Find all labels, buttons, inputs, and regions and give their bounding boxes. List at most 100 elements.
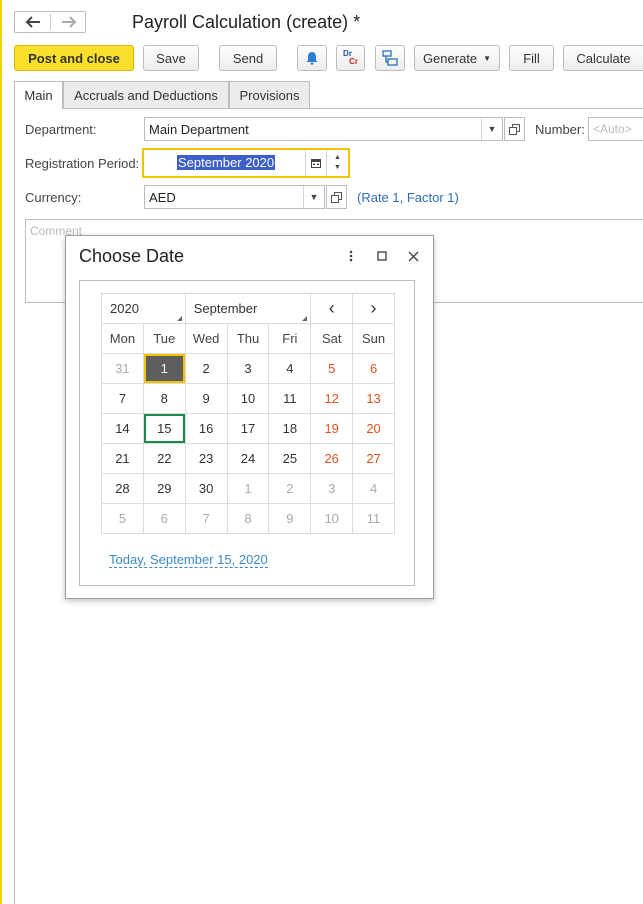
dropdown-arrow-icon: ▼ — [487, 124, 497, 134]
calendar-day[interactable]: 28 — [101, 473, 144, 504]
calendar-day[interactable]: 22 — [142, 443, 186, 474]
currency-label: Currency: — [25, 190, 82, 205]
calendar-day[interactable]: 29 — [142, 473, 186, 504]
month-selector[interactable]: September — [184, 293, 312, 324]
calendar-day[interactable]: 26 — [310, 443, 354, 474]
calendar-day[interactable]: 3 — [226, 353, 270, 384]
calendar-day[interactable]: 21 — [101, 443, 144, 474]
currency-dropdown-button[interactable]: ▼ — [303, 186, 324, 208]
calendar-day[interactable]: 8 — [142, 383, 186, 414]
calendar-day-other-month[interactable]: 3 — [310, 473, 354, 504]
more-options-icon[interactable] — [343, 248, 359, 264]
registration-period-label: Registration Period: — [25, 156, 140, 171]
tab-accruals-and-deductions[interactable]: Accruals and Deductions — [63, 81, 229, 108]
calendar-day-other-month[interactable]: 6 — [142, 503, 186, 534]
number-field[interactable]: <Auto> — [588, 117, 643, 141]
calendar-day-other-month[interactable]: 7 — [184, 503, 228, 534]
calendar-day[interactable]: 14 — [101, 413, 144, 444]
weekday-header: Tue — [142, 323, 186, 354]
department-field[interactable]: Main Department ▼ — [144, 117, 503, 141]
spin-up-icon[interactable]: ▲ — [334, 153, 341, 163]
calendar-day[interactable]: 12 — [310, 383, 354, 414]
calendar-day-today[interactable]: 15 — [142, 413, 186, 444]
generate-button[interactable]: Generate ▼ — [414, 45, 500, 71]
generate-label: Generate — [422, 50, 478, 66]
calendar-day[interactable]: 27 — [352, 443, 395, 474]
fill-button[interactable]: Fill — [509, 45, 554, 71]
calendar-day-other-month[interactable]: 10 — [310, 503, 354, 534]
dialog-title: Choose Date — [79, 246, 185, 266]
post-and-close-button[interactable]: Post and close — [14, 45, 134, 71]
calendar-day[interactable]: 13 — [352, 383, 395, 414]
year-selector[interactable]: 2020 — [101, 293, 186, 324]
currency-open-button[interactable] — [326, 185, 347, 209]
dropdown-arrow-icon: ▼ — [309, 192, 319, 202]
calendar-day[interactable]: 4 — [268, 353, 312, 384]
calendar-week-row: 31 1 2 3 4 5 6 — [101, 353, 395, 384]
calendar-week-row: 14 15 16 17 18 19 20 — [101, 413, 395, 444]
calendar-day[interactable]: 6 — [352, 353, 395, 384]
calculate-button[interactable]: Calculate — [563, 45, 643, 71]
dr-cr-button[interactable]: Dr Cr — [336, 45, 365, 71]
dropdown-caret-icon: ▼ — [483, 53, 492, 63]
spin-down-icon[interactable]: ▼ — [334, 163, 341, 173]
arrow-left-icon — [25, 16, 40, 28]
calendar-day[interactable]: 2 — [184, 353, 228, 384]
rate-factor-link[interactable]: (Rate 1, Factor 1) — [357, 190, 459, 205]
calendar-day-other-month[interactable]: 9 — [268, 503, 312, 534]
calendar-day[interactable]: 20 — [352, 413, 395, 444]
calendar-day[interactable]: 10 — [226, 383, 270, 414]
calendar-day[interactable]: 30 — [184, 473, 228, 504]
calendar-button[interactable] — [305, 150, 326, 176]
calendar-day[interactable]: 18 — [268, 413, 312, 444]
calendar-day[interactable]: 25 — [268, 443, 312, 474]
registration-period-field[interactable]: September 2020 ▲ ▼ — [142, 148, 350, 178]
corner-arrow-icon — [176, 316, 182, 321]
month-value: September — [193, 301, 258, 316]
back-button[interactable] — [15, 12, 50, 32]
tab-main[interactable]: Main — [14, 81, 63, 109]
department-open-button[interactable] — [504, 117, 525, 141]
calendar-day-other-month[interactable]: 2 — [268, 473, 312, 504]
close-icon[interactable] — [405, 248, 421, 264]
prev-month-button[interactable]: ‹ — [310, 293, 354, 324]
period-spinner[interactable]: ▲ ▼ — [326, 150, 348, 176]
cr-label: Cr — [349, 57, 358, 66]
calendar-day-other-month[interactable]: 11 — [352, 503, 395, 534]
calendar-day-other-month[interactable]: 1 — [226, 473, 270, 504]
save-button[interactable]: Save — [143, 45, 199, 71]
maximize-icon[interactable] — [374, 248, 390, 264]
calendar-week-row: 7 8 9 10 11 12 13 — [101, 383, 395, 414]
today-link[interactable]: Today, September 15, 2020 — [109, 552, 268, 568]
calendar-day-other-month[interactable]: 8 — [226, 503, 270, 534]
calendar-day[interactable]: 9 — [184, 383, 228, 414]
calendar-day-other-month[interactable]: 5 — [101, 503, 144, 534]
calendar-day[interactable]: 17 — [226, 413, 270, 444]
calendar-day-selected[interactable]: 1 — [142, 353, 186, 384]
send-button[interactable]: Send — [219, 45, 277, 71]
nav-buttons — [14, 11, 86, 33]
calendar-day[interactable]: 16 — [184, 413, 228, 444]
calendar-day[interactable]: 5 — [310, 353, 354, 384]
year-value: 2020 — [110, 301, 139, 316]
structure-button[interactable] — [375, 45, 405, 71]
calendar-week-row: 28 29 30 1 2 3 4 — [101, 473, 395, 504]
currency-field[interactable]: AED ▼ — [144, 185, 325, 209]
calendar-day-other-month[interactable]: 4 — [352, 473, 395, 504]
tab-provisions[interactable]: Provisions — [229, 81, 310, 108]
calendar-day[interactable]: 23 — [184, 443, 228, 474]
calendar-day[interactable]: 7 — [101, 383, 144, 414]
calendar-day[interactable]: 19 — [310, 413, 354, 444]
notify-button[interactable] — [297, 45, 327, 71]
open-window-icon — [509, 123, 520, 135]
number-placeholder: <Auto> — [593, 122, 632, 136]
next-month-button[interactable]: › — [352, 293, 395, 324]
department-dropdown-button[interactable]: ▼ — [481, 118, 502, 140]
arrow-right-icon — [61, 16, 76, 28]
calendar-day[interactable]: 11 — [268, 383, 312, 414]
department-value: Main Department — [149, 122, 249, 137]
calendar-day[interactable]: 24 — [226, 443, 270, 474]
forward-button[interactable] — [51, 12, 86, 32]
calendar-day-other-month[interactable]: 31 — [101, 353, 144, 384]
tab-strip-line — [14, 108, 643, 109]
